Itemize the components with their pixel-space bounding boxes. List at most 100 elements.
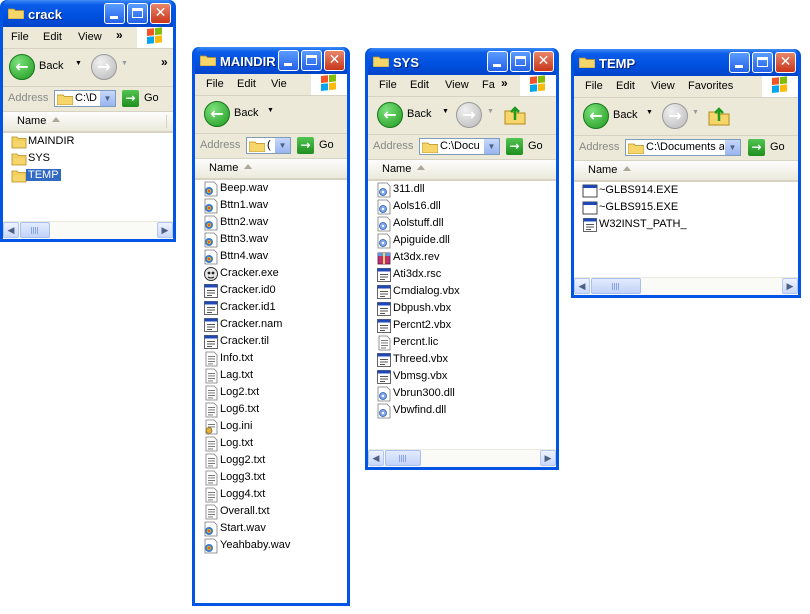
scroll-thumb[interactable] [385,450,421,466]
scroll-right-button[interactable]: ▶ [157,222,173,238]
column-header-name[interactable]: Name [195,159,347,180]
back-label[interactable]: Back [613,109,637,121]
list-item[interactable]: Cracker.nam [195,316,347,333]
list-item[interactable]: Lag.txt [195,367,347,384]
list-item[interactable]: Cracker.exe [195,265,347,282]
maximize-button[interactable] [301,50,322,71]
file-list[interactable]: Name 311.dll Aols16.dll Aolstuff.dll Apigui… [368,160,556,467]
scroll-left-button[interactable]: ◀ [3,222,19,238]
scroll-left-button[interactable]: ◀ [574,278,590,294]
list-item[interactable]: Cmdialog.vbx [368,283,556,300]
menu-edit[interactable]: Edit [43,31,62,43]
back-button[interactable]: ← [377,102,403,128]
list-item[interactable]: 311.dll [368,181,556,198]
list-item[interactable]: Threed.vbx [368,351,556,368]
list-item[interactable]: Aols16.dll [368,198,556,215]
menu-file[interactable]: File [379,79,397,91]
file-list[interactable]: Name ~GLBS914.EXE ~GLBS915.EXE W32INST_PAT… [574,161,798,295]
list-item[interactable]: TEMP [3,167,173,184]
list-item[interactable]: Bttn3.wav [195,231,347,248]
menu-view[interactable]: View [651,80,675,92]
list-item[interactable]: SYS [3,150,173,167]
list-item[interactable]: Logg2.txt [195,452,347,469]
list-item[interactable]: Vbmsg.vbx [368,368,556,385]
window-temp[interactable]: TEMP ✕ File Edit View Favorites ← Back ▼… [571,49,801,298]
back-dropdown-icon[interactable]: ▼ [442,108,449,115]
scroll-thumb[interactable] [20,222,50,238]
horizontal-scrollbar[interactable]: ◀ ▶ [3,221,173,239]
title-bar[interactable]: crack ✕ [3,0,173,27]
scroll-right-button[interactable]: ▶ [540,450,556,466]
forward-button[interactable]: → [662,103,688,129]
list-item[interactable]: Info.txt [195,350,347,367]
menu-file[interactable]: File [11,31,29,43]
window-sys[interactable]: SYS ✕ File Edit View Fa » ← Back ▼ → ▼ A… [365,48,559,470]
title-bar[interactable]: SYS ✕ [368,48,556,75]
list-item[interactable]: Log2.txt [195,384,347,401]
list-item[interactable]: Start.wav [195,520,347,537]
address-dropdown-icon[interactable]: ▼ [99,91,115,106]
list-item[interactable]: Aolstuff.dll [368,215,556,232]
list-item[interactable]: MAINDIR [3,133,173,150]
list-item[interactable]: Bttn1.wav [195,197,347,214]
list-item[interactable]: Logg3.txt [195,469,347,486]
back-label[interactable]: Back [234,107,258,119]
file-list[interactable]: Name Beep.wav Bttn1.wav Bttn2.wav Bttn3.wav… [195,159,347,603]
minimize-button[interactable] [104,3,125,24]
forward-button[interactable]: → [456,102,482,128]
maximize-button[interactable] [752,52,773,73]
menu-view[interactable]: View [78,31,102,43]
close-button[interactable]: ✕ [775,52,796,73]
column-header-name[interactable]: Name [574,161,798,182]
address-field[interactable]: C:\Docu ▼ [419,138,500,155]
window-maindir[interactable]: MAINDIR ✕ File Edit Vie ← Back ▼ Address… [192,47,350,606]
list-item[interactable]: Log.txt [195,435,347,452]
scroll-thumb[interactable] [591,278,641,294]
list-item[interactable]: Dbpush.vbx [368,300,556,317]
close-button[interactable]: ✕ [533,51,554,72]
list-item[interactable]: Bttn2.wav [195,214,347,231]
address-dropdown-icon[interactable]: ▼ [274,138,290,153]
title-bar[interactable]: TEMP ✕ [574,49,798,76]
window-crack[interactable]: crack ✕ File Edit View » ← Back ▼ → ▼ » … [0,0,176,242]
list-item[interactable]: Cracker.til [195,333,347,350]
menu-favorites[interactable]: Fa [482,79,495,91]
menu-favorites[interactable]: Favorites [688,80,733,92]
menu-view[interactable]: Vie [271,78,287,90]
column-separator[interactable] [166,115,167,128]
column-header-name[interactable]: Name [368,160,556,181]
list-item[interactable]: Percnt.lic [368,334,556,351]
back-button[interactable]: ← [583,103,609,129]
list-item[interactable]: Log6.txt [195,401,347,418]
list-item[interactable]: Cracker.id1 [195,299,347,316]
menu-more-chevron[interactable]: » [501,76,508,90]
minimize-button[interactable] [487,51,508,72]
menu-more-chevron[interactable]: » [116,28,123,42]
list-item[interactable]: W32INST_PATH_ [574,216,798,233]
list-item[interactable]: Vbrun300.dll [368,385,556,402]
scroll-right-button[interactable]: ▶ [782,278,798,294]
menu-view[interactable]: View [445,79,469,91]
back-button[interactable]: ← [9,54,35,80]
horizontal-scrollbar[interactable]: ◀ ▶ [574,277,798,295]
forward-dropdown-icon[interactable]: ▼ [692,109,699,116]
folder-up-icon[interactable] [708,104,730,126]
list-item[interactable]: Yeahbaby.wav [195,537,347,554]
list-item[interactable]: ~GLBS915.EXE [574,199,798,216]
title-bar[interactable]: MAINDIR ✕ [195,47,347,74]
maximize-button[interactable] [510,51,531,72]
menu-edit[interactable]: Edit [237,78,256,90]
list-item[interactable]: Cracker.id0 [195,282,347,299]
toolbar-more-chevron[interactable]: » [161,55,168,69]
list-item[interactable]: Vbwfind.dll [368,402,556,419]
address-dropdown-icon[interactable]: ▼ [483,139,499,154]
list-item[interactable]: Apiguide.dll [368,232,556,249]
list-item[interactable]: Percnt2.vbx [368,317,556,334]
list-item[interactable]: Log.ini [195,418,347,435]
menu-file[interactable]: File [585,80,603,92]
horizontal-scrollbar[interactable]: ◀ ▶ [368,449,556,467]
back-label[interactable]: Back [39,60,63,72]
list-item[interactable]: Overall.txt [195,503,347,520]
list-item[interactable]: Beep.wav [195,180,347,197]
menu-edit[interactable]: Edit [616,80,635,92]
